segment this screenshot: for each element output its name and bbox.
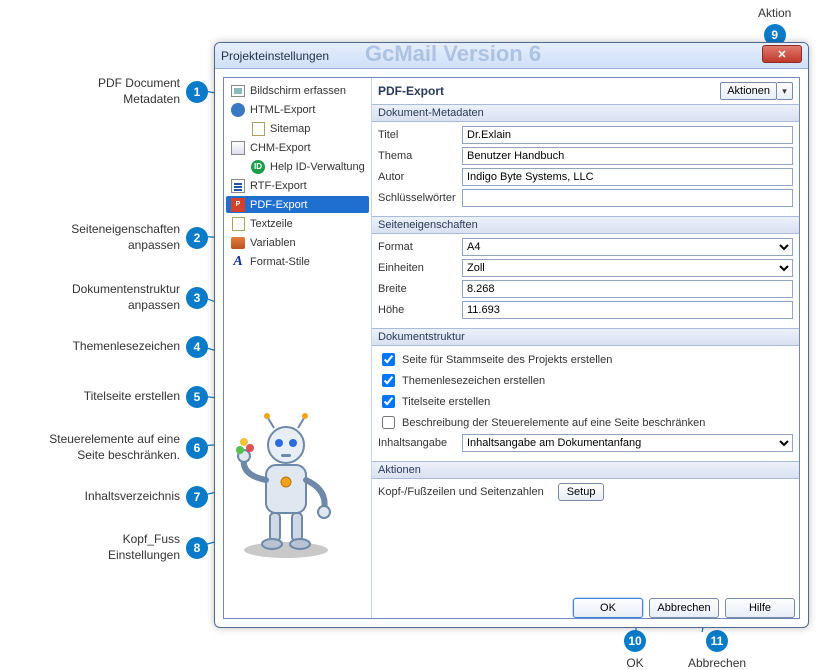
content-title: PDF-Export xyxy=(378,84,444,98)
setup-button[interactable]: Setup xyxy=(558,483,605,501)
help-id-icon: ID xyxy=(250,159,266,175)
tree-item-screen-capture[interactable]: Bildschirm erfassen xyxy=(226,82,369,99)
chk-title-page[interactable] xyxy=(382,395,395,408)
callout-1-label: PDF DocumentMetadaten xyxy=(60,76,180,107)
callout-4-bubble: 4 xyxy=(186,336,208,358)
section-page: Seiteneigenschaften xyxy=(372,216,799,234)
globe-icon xyxy=(230,102,246,118)
palette-icon xyxy=(230,235,246,251)
callout-2-label: Seiteneigenschaftenanpassen xyxy=(50,222,180,253)
theme-label: Thema xyxy=(378,150,458,162)
chevron-down-icon: ▾ xyxy=(782,86,787,97)
title-label: Titel xyxy=(378,129,458,141)
chk-bookmarks[interactable] xyxy=(382,374,395,387)
section-metadata: Dokument-Metadaten xyxy=(372,104,799,122)
width-input[interactable] xyxy=(462,280,793,298)
actions-button[interactable]: Aktionen xyxy=(720,82,777,100)
callout-10-bubble: 10 xyxy=(624,630,646,652)
tree-item-textzeile[interactable]: Textzeile xyxy=(226,215,369,232)
author-label: Autor xyxy=(378,171,458,183)
callout-9-label: Aktion xyxy=(758,6,791,20)
theme-input[interactable] xyxy=(462,147,793,165)
chk-controls-one-page-label: Beschreibung der Steuerelemente auf eine… xyxy=(402,417,705,429)
format-select[interactable]: A4 xyxy=(462,238,793,256)
screen-icon xyxy=(230,83,246,99)
page-icon xyxy=(230,216,246,232)
height-input[interactable] xyxy=(462,301,793,319)
chk-root-page-label: Seite für Stammseite des Projekts erstel… xyxy=(402,354,612,366)
height-label: Höhe xyxy=(378,304,458,316)
tree-item-html-export[interactable]: HTML-Export xyxy=(226,101,369,118)
actions-dropdown[interactable]: ▾ xyxy=(777,82,793,100)
callout-8-label: Kopf_FussEinstellungen xyxy=(90,532,180,563)
close-icon: ✕ xyxy=(777,48,786,61)
unit-select[interactable]: Zoll xyxy=(462,259,793,277)
tree-item-chm-export[interactable]: CHM-Export xyxy=(226,139,369,156)
chk-controls-one-page[interactable] xyxy=(382,416,395,429)
titlebar[interactable]: Projekteinstellungen GcMail Version 6 ✕ xyxy=(215,43,808,69)
chk-root-page[interactable] xyxy=(382,353,395,366)
close-button[interactable]: ✕ xyxy=(762,45,802,63)
ok-button[interactable]: OK xyxy=(573,598,643,618)
cancel-button[interactable]: Abbrechen xyxy=(649,598,719,618)
toc-select[interactable]: Inhaltsangabe am Dokumentanfang xyxy=(462,434,793,452)
hf-label: Kopf-/Fußzeilen und Seitenzahlen xyxy=(378,486,544,498)
chm-icon xyxy=(230,140,246,156)
keywords-input[interactable] xyxy=(462,189,793,207)
tree-item-variables[interactable]: Variablen xyxy=(226,234,369,251)
help-button[interactable]: Hilfe xyxy=(725,598,795,618)
section-actions: Aktionen xyxy=(372,461,799,479)
callout-3-bubble: 3 xyxy=(186,287,208,309)
title-input[interactable] xyxy=(462,126,793,144)
callout-5-bubble: 5 xyxy=(186,386,208,408)
window-title: Projekteinstellungen xyxy=(221,49,329,63)
callout-3-label: Dokumentenstrukturanpassen xyxy=(50,282,180,313)
width-label: Breite xyxy=(378,283,458,295)
callout-7-bubble: 7 xyxy=(186,486,208,508)
page-icon xyxy=(250,121,266,137)
toc-label: Inhaltsangabe xyxy=(378,437,458,449)
callout-8-bubble: 8 xyxy=(186,537,208,559)
tree-item-help-id[interactable]: IDHelp ID-Verwaltung xyxy=(226,158,369,175)
callout-1-bubble: 1 xyxy=(186,81,208,103)
chk-bookmarks-label: Themenlesezeichen erstellen xyxy=(402,375,545,387)
content-pane: PDF-Export Aktionen ▾ Dokument-Metadaten… xyxy=(372,78,799,618)
author-input[interactable] xyxy=(462,168,793,186)
tree-item-rtf-export[interactable]: RTF-Export xyxy=(226,177,369,194)
callout-2-bubble: 2 xyxy=(186,227,208,249)
callout-4-label: Themenlesezeichen xyxy=(50,339,180,355)
tree-item-format-styles[interactable]: AFormat-Stile xyxy=(226,253,369,270)
callout-5-label: Titelseite erstellen xyxy=(60,389,180,405)
callout-7-label: Inhaltsverzeichnis xyxy=(70,489,180,505)
behind-app-title: GcMail Version 6 xyxy=(365,41,541,67)
section-structure: Dokumentstruktur xyxy=(372,328,799,346)
callout-6-label: Steuerelemente auf eineSeite beschränken… xyxy=(30,432,180,463)
pdf-icon: P xyxy=(230,197,246,213)
unit-label: Einheiten xyxy=(378,262,458,274)
tree-item-pdf-export[interactable]: PPDF-Export xyxy=(226,196,369,213)
robot-mascot-image xyxy=(226,410,346,560)
callout-11-bubble: 11 xyxy=(706,630,728,652)
rtf-icon xyxy=(230,178,246,194)
chk-title-page-label: Titelseite erstellen xyxy=(402,396,490,408)
tree-item-sitemap[interactable]: Sitemap xyxy=(226,120,369,137)
format-label: Format xyxy=(378,241,458,253)
keywords-label: Schlüsselwörter xyxy=(378,192,458,204)
callout-6-bubble: 6 xyxy=(186,437,208,459)
font-icon: A xyxy=(230,254,246,270)
